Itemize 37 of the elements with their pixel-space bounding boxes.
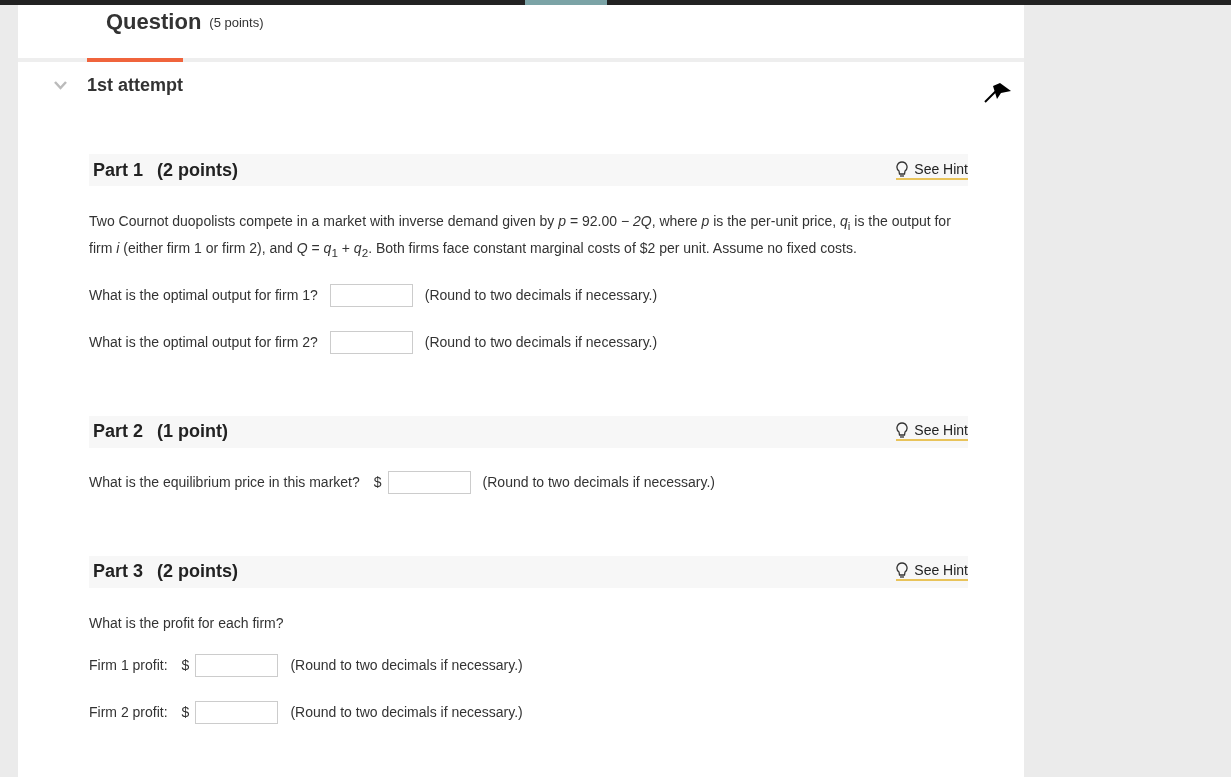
question-text: Two Cournot duopolists compete in a market with inverse demand given by p = 92.00 − 2Q, where p is the per-unit price, q$_{i}$ is the output for firm i (either firm 1 or firm 2), and Q = q$_{1}$ + q$_{2}$. Both firms face constant marginal costs of $2 per unit. Assume no fixed costs. xyxy=(89,212,952,261)
question-label: Firm 2 profit: xyxy=(89,704,168,721)
part-points: (2 points) xyxy=(157,561,239,583)
part-title: Part 2 xyxy=(93,421,144,443)
lightbulb-icon xyxy=(896,160,909,177)
rounding-note: (Round to two decimals if necessary.) xyxy=(290,704,523,721)
attempt-label: 1st attempt xyxy=(87,74,184,96)
question-label: What is the optimal output for firm 2? xyxy=(89,334,318,351)
currency-symbol: $ xyxy=(181,657,190,674)
part-points: (2 points) xyxy=(157,159,239,181)
part-title: Part 3 xyxy=(93,561,144,583)
question-points: (5 points) xyxy=(209,14,264,30)
rounding-note: (Round to two decimals if necessary.) xyxy=(482,474,715,491)
question-label: What is the optimal output for firm 1? xyxy=(89,287,318,304)
rounding-note: (Round to two decimals if necessary.) xyxy=(424,334,658,351)
rounding-note: (Round to two decimals if necessary.) xyxy=(290,657,523,674)
currency-symbol: $ xyxy=(181,704,190,721)
answer-field[interactable] xyxy=(195,653,279,677)
lightbulb-icon xyxy=(896,562,909,579)
question-label: What is the equilibrium price in this market? xyxy=(89,474,360,491)
answer-field[interactable] xyxy=(329,330,413,354)
see-hint-link[interactable]: See Hint xyxy=(896,160,968,180)
pin-icon[interactable] xyxy=(983,82,1013,104)
answer-field[interactable] xyxy=(195,700,279,724)
see-hint-link[interactable]: See Hint xyxy=(896,422,968,442)
currency-symbol: $ xyxy=(373,474,382,491)
question-title: Question xyxy=(106,9,202,35)
part-title: Part 1 xyxy=(93,159,144,181)
part-points: (1 point) xyxy=(157,421,228,443)
answer-field[interactable] xyxy=(329,283,413,307)
answer-field[interactable] xyxy=(387,470,471,494)
question-text: What is the profit for each firm? xyxy=(89,613,285,633)
lightbulb-icon xyxy=(896,422,909,439)
rounding-note: (Round to two decimals if necessary.) xyxy=(424,287,658,304)
chevron-icon[interactable] xyxy=(54,80,67,90)
see-hint-link[interactable]: See Hint xyxy=(896,562,968,582)
question-label: Firm 1 profit: xyxy=(89,657,168,674)
